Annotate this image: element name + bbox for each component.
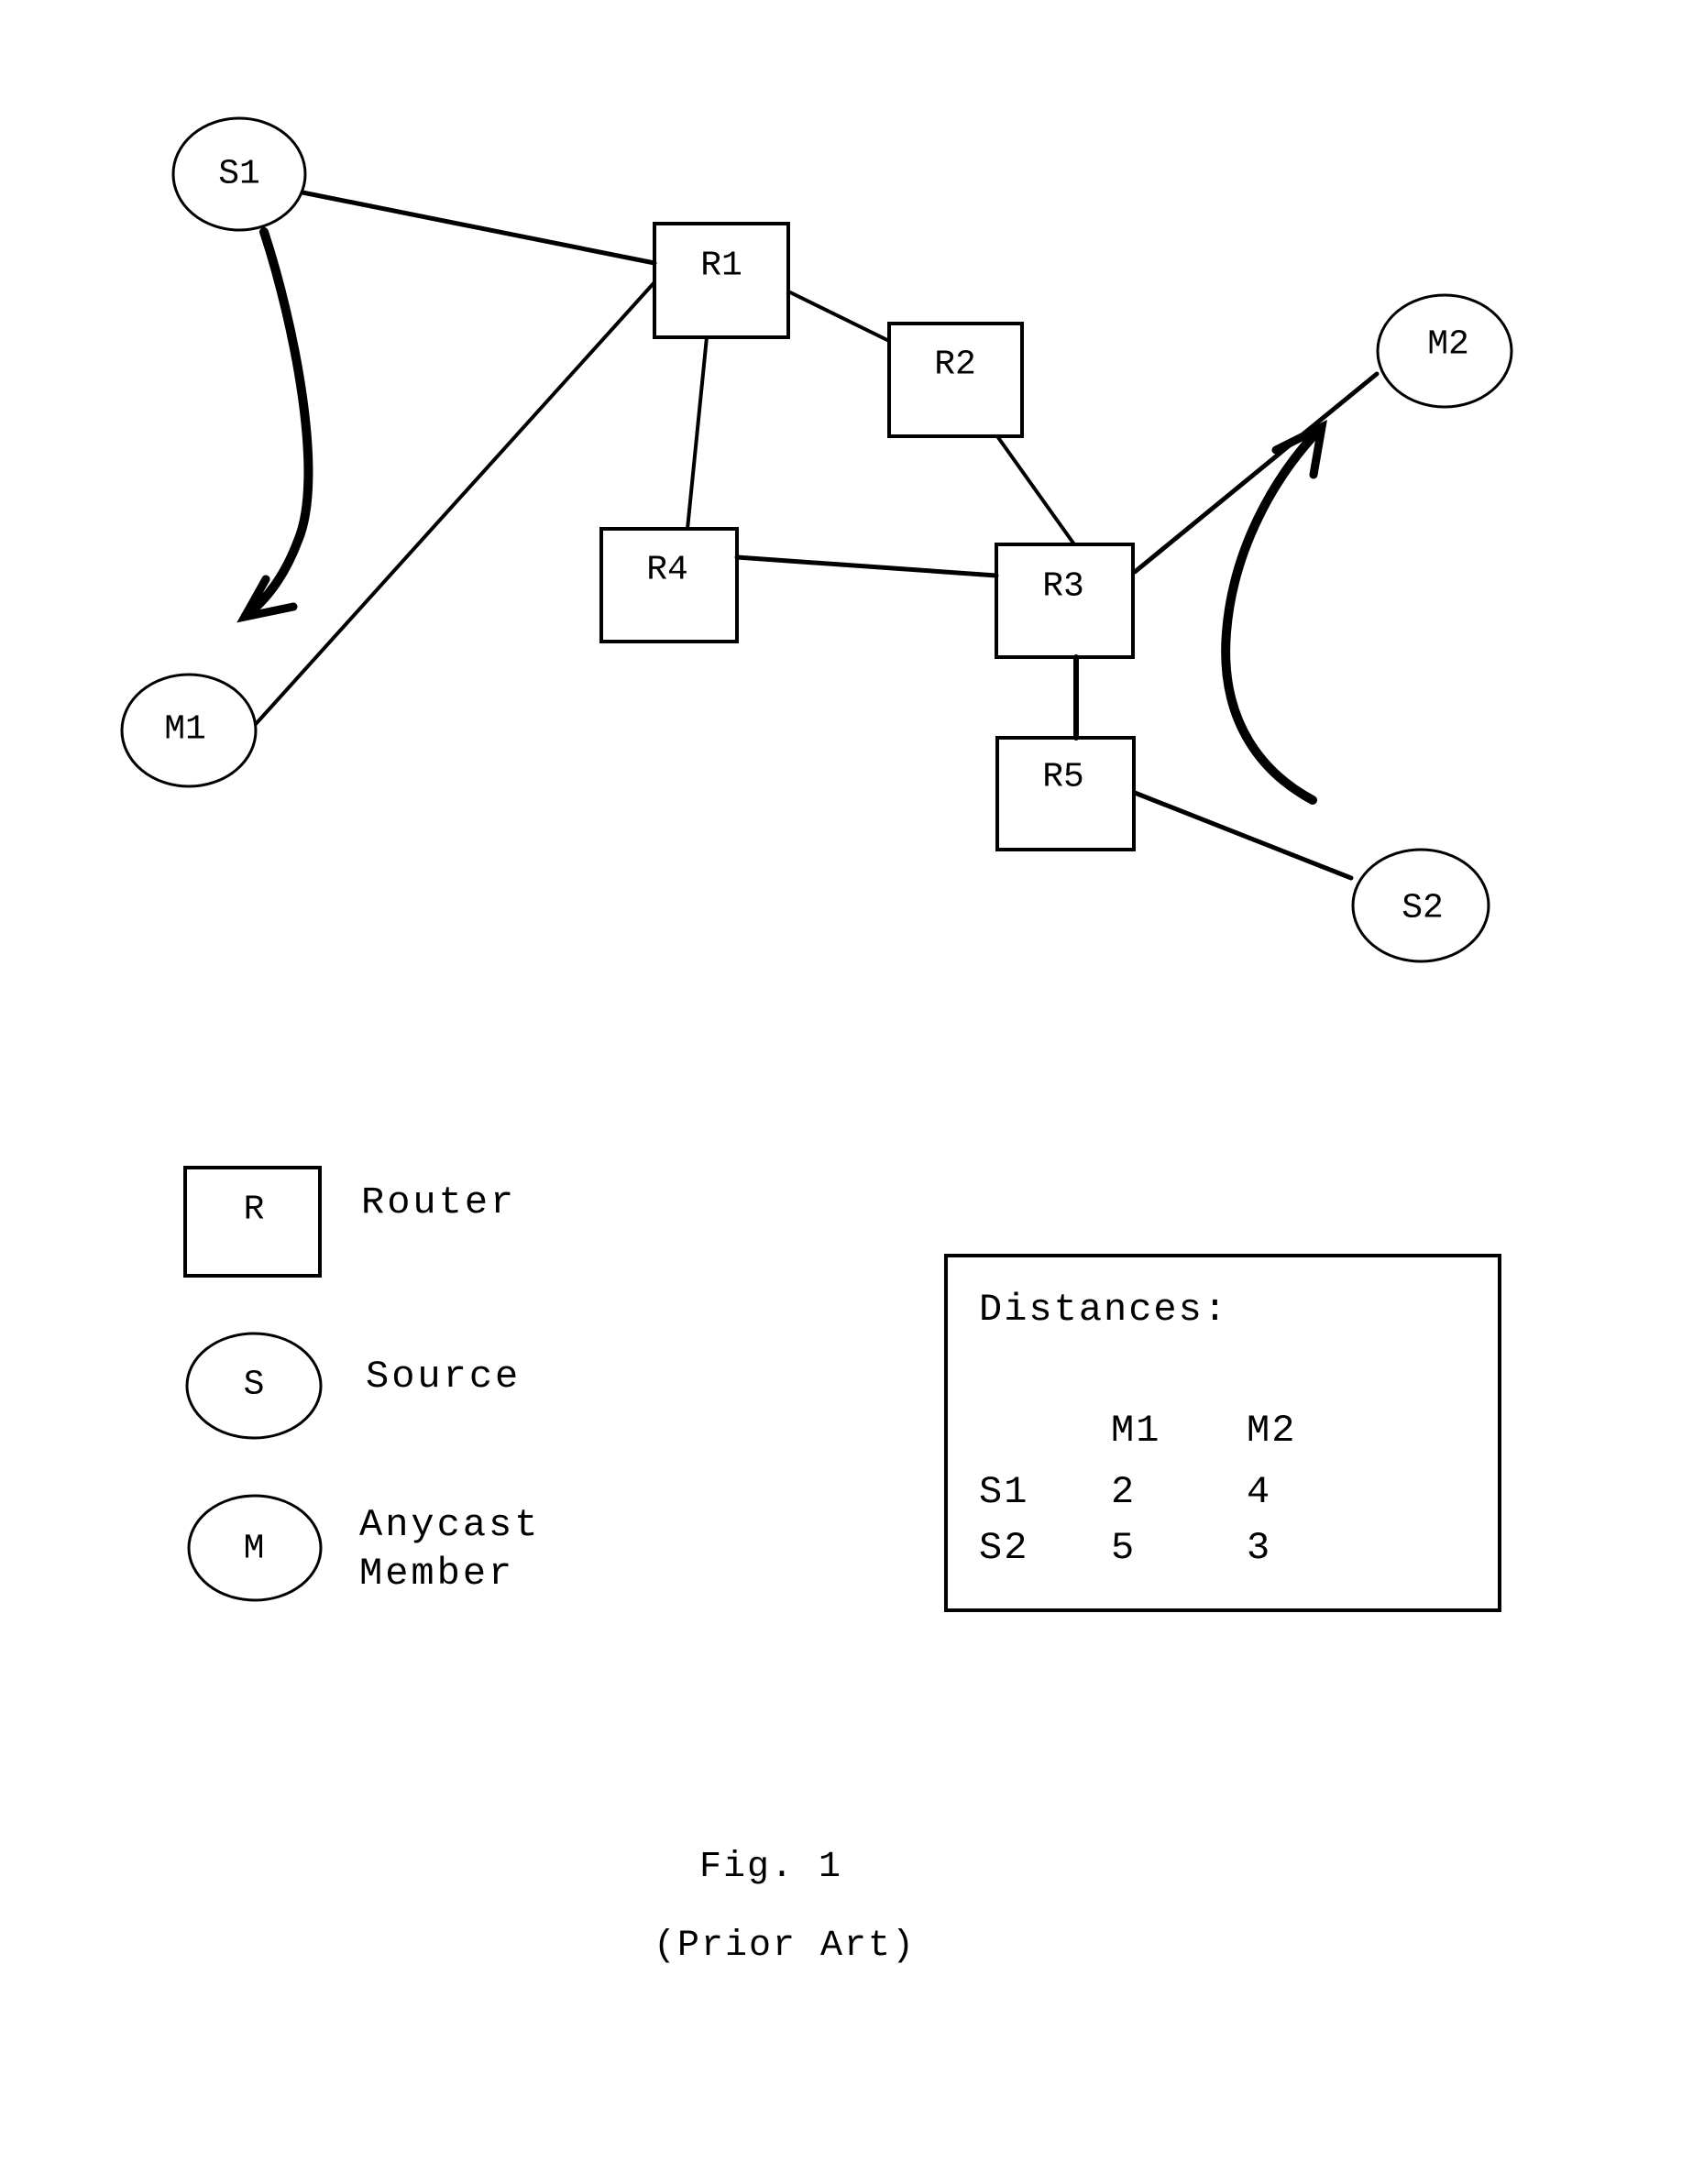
node-label-s2: S2 bbox=[1402, 889, 1444, 928]
legend-router-label: Router bbox=[361, 1180, 516, 1224]
legend-source-symbol-label: S bbox=[244, 1366, 265, 1405]
distances-row-label: S1 bbox=[979, 1470, 1028, 1514]
distances-cell: 4 bbox=[1247, 1470, 1271, 1514]
node-label-r3: R3 bbox=[1042, 567, 1084, 607]
node-label-r2: R2 bbox=[934, 346, 976, 385]
flow-arrow-s1-m1 bbox=[241, 227, 313, 620]
link-r5-s2 bbox=[1132, 790, 1354, 881]
network-figure: S1 M1 R1 R2 R4 R3 R5 M2 S2 R Router S So… bbox=[120, 116, 1513, 1967]
legend-router-symbol-label: R bbox=[244, 1191, 265, 1230]
node-label-m1: M1 bbox=[164, 710, 206, 750]
node-label-r1: R1 bbox=[700, 247, 742, 286]
distances-col-header: M1 bbox=[1111, 1409, 1160, 1453]
distances-col-header: M2 bbox=[1247, 1409, 1296, 1453]
legend-member-symbol-label: M bbox=[244, 1530, 265, 1569]
node-label-m2: M2 bbox=[1427, 325, 1469, 365]
link-r2-r3 bbox=[995, 434, 1076, 546]
link-s1-r1 bbox=[300, 190, 657, 266]
link-r4-r3 bbox=[734, 554, 999, 578]
distances-cell: 5 bbox=[1111, 1526, 1136, 1570]
link-r3-m2 bbox=[1132, 371, 1380, 575]
link-m1-r1 bbox=[254, 280, 656, 726]
legend-member-label-line1: Anycast bbox=[359, 1503, 540, 1547]
link-r1-r2 bbox=[786, 290, 891, 343]
node-label-s1: S1 bbox=[218, 155, 260, 194]
distances-cell: 2 bbox=[1111, 1470, 1136, 1514]
distances-row-label: S2 bbox=[979, 1526, 1028, 1570]
distances-title: Distances: bbox=[979, 1288, 1228, 1332]
figure-note: (Prior Art) bbox=[654, 1926, 916, 1967]
legend-source-label: Source bbox=[366, 1355, 521, 1399]
link-r1-r4 bbox=[686, 335, 709, 531]
distances-cell: 3 bbox=[1247, 1526, 1271, 1570]
node-label-r4: R4 bbox=[646, 551, 688, 590]
node-label-r5: R5 bbox=[1042, 758, 1084, 797]
legend-member-label-line2: Member bbox=[359, 1552, 514, 1596]
figure-caption: Fig. 1 bbox=[699, 1847, 842, 1888]
